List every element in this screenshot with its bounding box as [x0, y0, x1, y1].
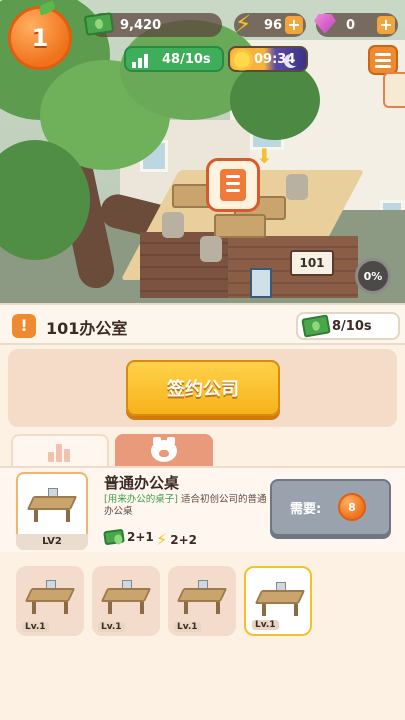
- cash-value: 9,420: [120, 17, 162, 33]
- need-cost: 8: [348, 500, 356, 514]
- sign-company-button[interactable]: 签约公司: [126, 360, 280, 416]
- menu-list-button[interactable]: [368, 45, 398, 75]
- cash-icon: [301, 314, 331, 338]
- item-level: LV2: [16, 534, 88, 550]
- cash-bonus-value: 2+1: [127, 530, 154, 544]
- income-rate-value: 48/10s: [162, 51, 211, 67]
- tab-staff[interactable]: [115, 434, 213, 468]
- gem-counter[interactable]: 0 +: [314, 13, 398, 37]
- moon-icon: [288, 52, 302, 66]
- tab-building[interactable]: [11, 434, 109, 468]
- desk-level: Lv.1: [98, 622, 125, 632]
- room-number-sign: 101: [290, 250, 334, 276]
- income-rate-badge[interactable]: 48/10s: [124, 46, 224, 72]
- need-label: 需要:: [290, 502, 322, 517]
- office-chair: [162, 212, 184, 238]
- lightning-icon: ⚡: [156, 530, 168, 549]
- room-income-badge: 8/10s: [296, 312, 400, 340]
- energy-bonus: ⚡ 2+2: [156, 530, 197, 549]
- player-level: 1: [31, 24, 49, 52]
- arrow-down-icon: ⬇: [256, 144, 273, 168]
- energy-bonus-value: 2+2: [170, 532, 197, 547]
- tree-canopy: [230, 60, 320, 140]
- document-icon: [220, 169, 246, 201]
- orange-coin-icon: 8: [338, 493, 366, 521]
- item-name: 普通办公桌: [104, 474, 180, 492]
- desk-level: Lv.1: [174, 622, 201, 632]
- item-thumbnail: LV2: [16, 472, 88, 550]
- growth-chart-icon: [132, 52, 154, 68]
- task-bubble[interactable]: [206, 158, 260, 212]
- cash-counter[interactable]: 9,420: [83, 12, 222, 37]
- day-night-clock: 09:34: [228, 46, 308, 72]
- player-level-badge[interactable]: 1: [8, 0, 72, 70]
- office-chair: [200, 236, 222, 262]
- desk-slot[interactable]: Lv.1: [16, 566, 84, 636]
- gem-icon: [310, 9, 340, 39]
- room-progress-indicator[interactable]: 0%: [355, 258, 391, 294]
- pig-icon: [151, 437, 177, 462]
- desk-level: Lv.1: [252, 620, 279, 630]
- building-icon: [48, 442, 72, 462]
- cash-bonus: 2+1: [103, 528, 154, 546]
- desk-slot[interactable]: Lv.1: [168, 566, 236, 636]
- desk-slot[interactable]: Lv.1: [92, 566, 160, 636]
- sun-icon: [234, 52, 250, 68]
- item-description-tag: [用来办公的桌子]: [104, 494, 178, 505]
- room-header: ! 101办公室 8/10s: [0, 303, 405, 345]
- energy-value: 96: [264, 17, 283, 33]
- gem-value: 0: [346, 17, 356, 33]
- upgrade-cost-button[interactable]: 需要:: [270, 479, 391, 536]
- add-gems-button[interactable]: +: [377, 16, 395, 34]
- office-chair: [286, 174, 308, 200]
- shop-cart-icon[interactable]: [383, 72, 405, 108]
- energy-counter[interactable]: ⚡ 96 +: [234, 10, 306, 38]
- wall-poster: [250, 268, 272, 298]
- room-title: 101办公室: [46, 319, 128, 338]
- item-description: [用来办公的桌子] 适合初创公司的普通办公桌: [104, 494, 268, 518]
- exclamation-icon[interactable]: !: [12, 314, 36, 338]
- lightning-icon: ⚡: [234, 10, 252, 38]
- cash-icon: [83, 9, 115, 39]
- desk-slot-selected[interactable]: Lv.1: [244, 566, 312, 636]
- add-energy-button[interactable]: +: [285, 16, 303, 34]
- desk-level: Lv.1: [22, 622, 49, 632]
- room-income-value: 8/10s: [332, 318, 372, 334]
- office-desk[interactable]: [214, 214, 266, 238]
- cash-icon: [103, 528, 125, 546]
